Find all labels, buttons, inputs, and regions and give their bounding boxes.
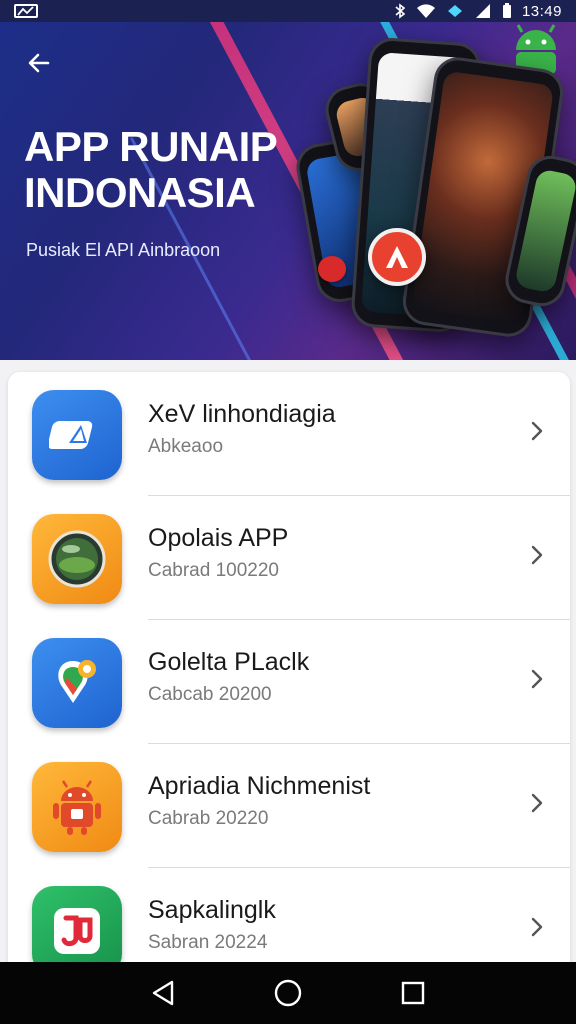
app-subtitle: Cabrad 100220: [148, 560, 279, 581]
app-name: XeV linhondiagia: [148, 400, 336, 428]
ladybug-icon: [318, 256, 346, 282]
battery-icon: [502, 3, 511, 18]
data-icon: [447, 5, 462, 17]
nav-recents-icon: [402, 981, 425, 1005]
cell-signal-icon: [475, 4, 490, 18]
nav-home-icon: [274, 979, 302, 1007]
list-item[interactable]: Opolais APP Cabrad 100220: [8, 496, 570, 620]
wifi-icon: [416, 4, 435, 18]
hero-banner: APP RUNAIP INDONASIA Pusiak El API Ainbr…: [0, 0, 576, 360]
app-subtitle: Abkeaoo: [148, 436, 224, 457]
chevron-right-icon: [526, 912, 548, 942]
status-time: 13:49: [521, 2, 562, 20]
list-item[interactable]: XeV linhondiagia Abkeaoo: [8, 372, 570, 496]
app-name: Opolais APP: [148, 524, 289, 552]
page-title: APP RUNAIP INDONASIA: [24, 123, 277, 216]
nav-recents-button[interactable]: [393, 973, 433, 1013]
list-item[interactable]: Sapkalinglk Sabran 20224: [8, 868, 570, 972]
chevron-right-icon: [526, 540, 548, 570]
signal-notification-icon: [14, 4, 38, 18]
app-name: Golelta PLaclk: [148, 648, 310, 676]
map-pin-icon: [58, 660, 96, 703]
nav-back-button[interactable]: [143, 973, 183, 1013]
planet-globe-icon: [48, 530, 106, 588]
list-item[interactable]: Golelta PLaclk Cabcab 20200: [8, 620, 570, 744]
app-icon: [32, 514, 122, 604]
nav-home-button[interactable]: [268, 973, 308, 1013]
page-subtitle: Pusiak El API Ainbraoon: [26, 240, 221, 260]
app-name: Apriadia Nichmenist: [148, 772, 371, 800]
chevron-right-icon: [526, 788, 548, 818]
brand-badge-icon: [368, 228, 426, 286]
music-note-icon: [54, 908, 100, 954]
chevron-right-icon: [526, 416, 548, 446]
android-robot-icon: [53, 780, 101, 835]
navigation-arrow-icon: [49, 421, 93, 449]
app-list: XeV linhondiagia Abkeaoo Opolais APP Cab…: [8, 372, 570, 972]
status-bar: 13:49: [0, 0, 576, 22]
navigation-bar: [0, 962, 576, 1024]
chevron-right-icon: [526, 664, 548, 694]
app-subtitle: Sabran 20224: [148, 932, 268, 953]
back-button[interactable]: [22, 46, 56, 80]
list-item[interactable]: Apriadia Nichmenist Cabrab 20220: [8, 744, 570, 868]
app-icon: [32, 886, 122, 972]
app-icon: [32, 638, 122, 728]
app-subtitle: Cabrab 20220: [148, 808, 269, 829]
app-icon: [32, 762, 122, 852]
bluetooth-icon: [395, 3, 406, 19]
app-icon: [32, 390, 122, 480]
back-arrow-icon: [28, 53, 50, 73]
app-name: Sapkalinglk: [148, 896, 276, 924]
nav-back-icon: [152, 980, 173, 1006]
app-subtitle: Cabcab 20200: [148, 684, 272, 705]
